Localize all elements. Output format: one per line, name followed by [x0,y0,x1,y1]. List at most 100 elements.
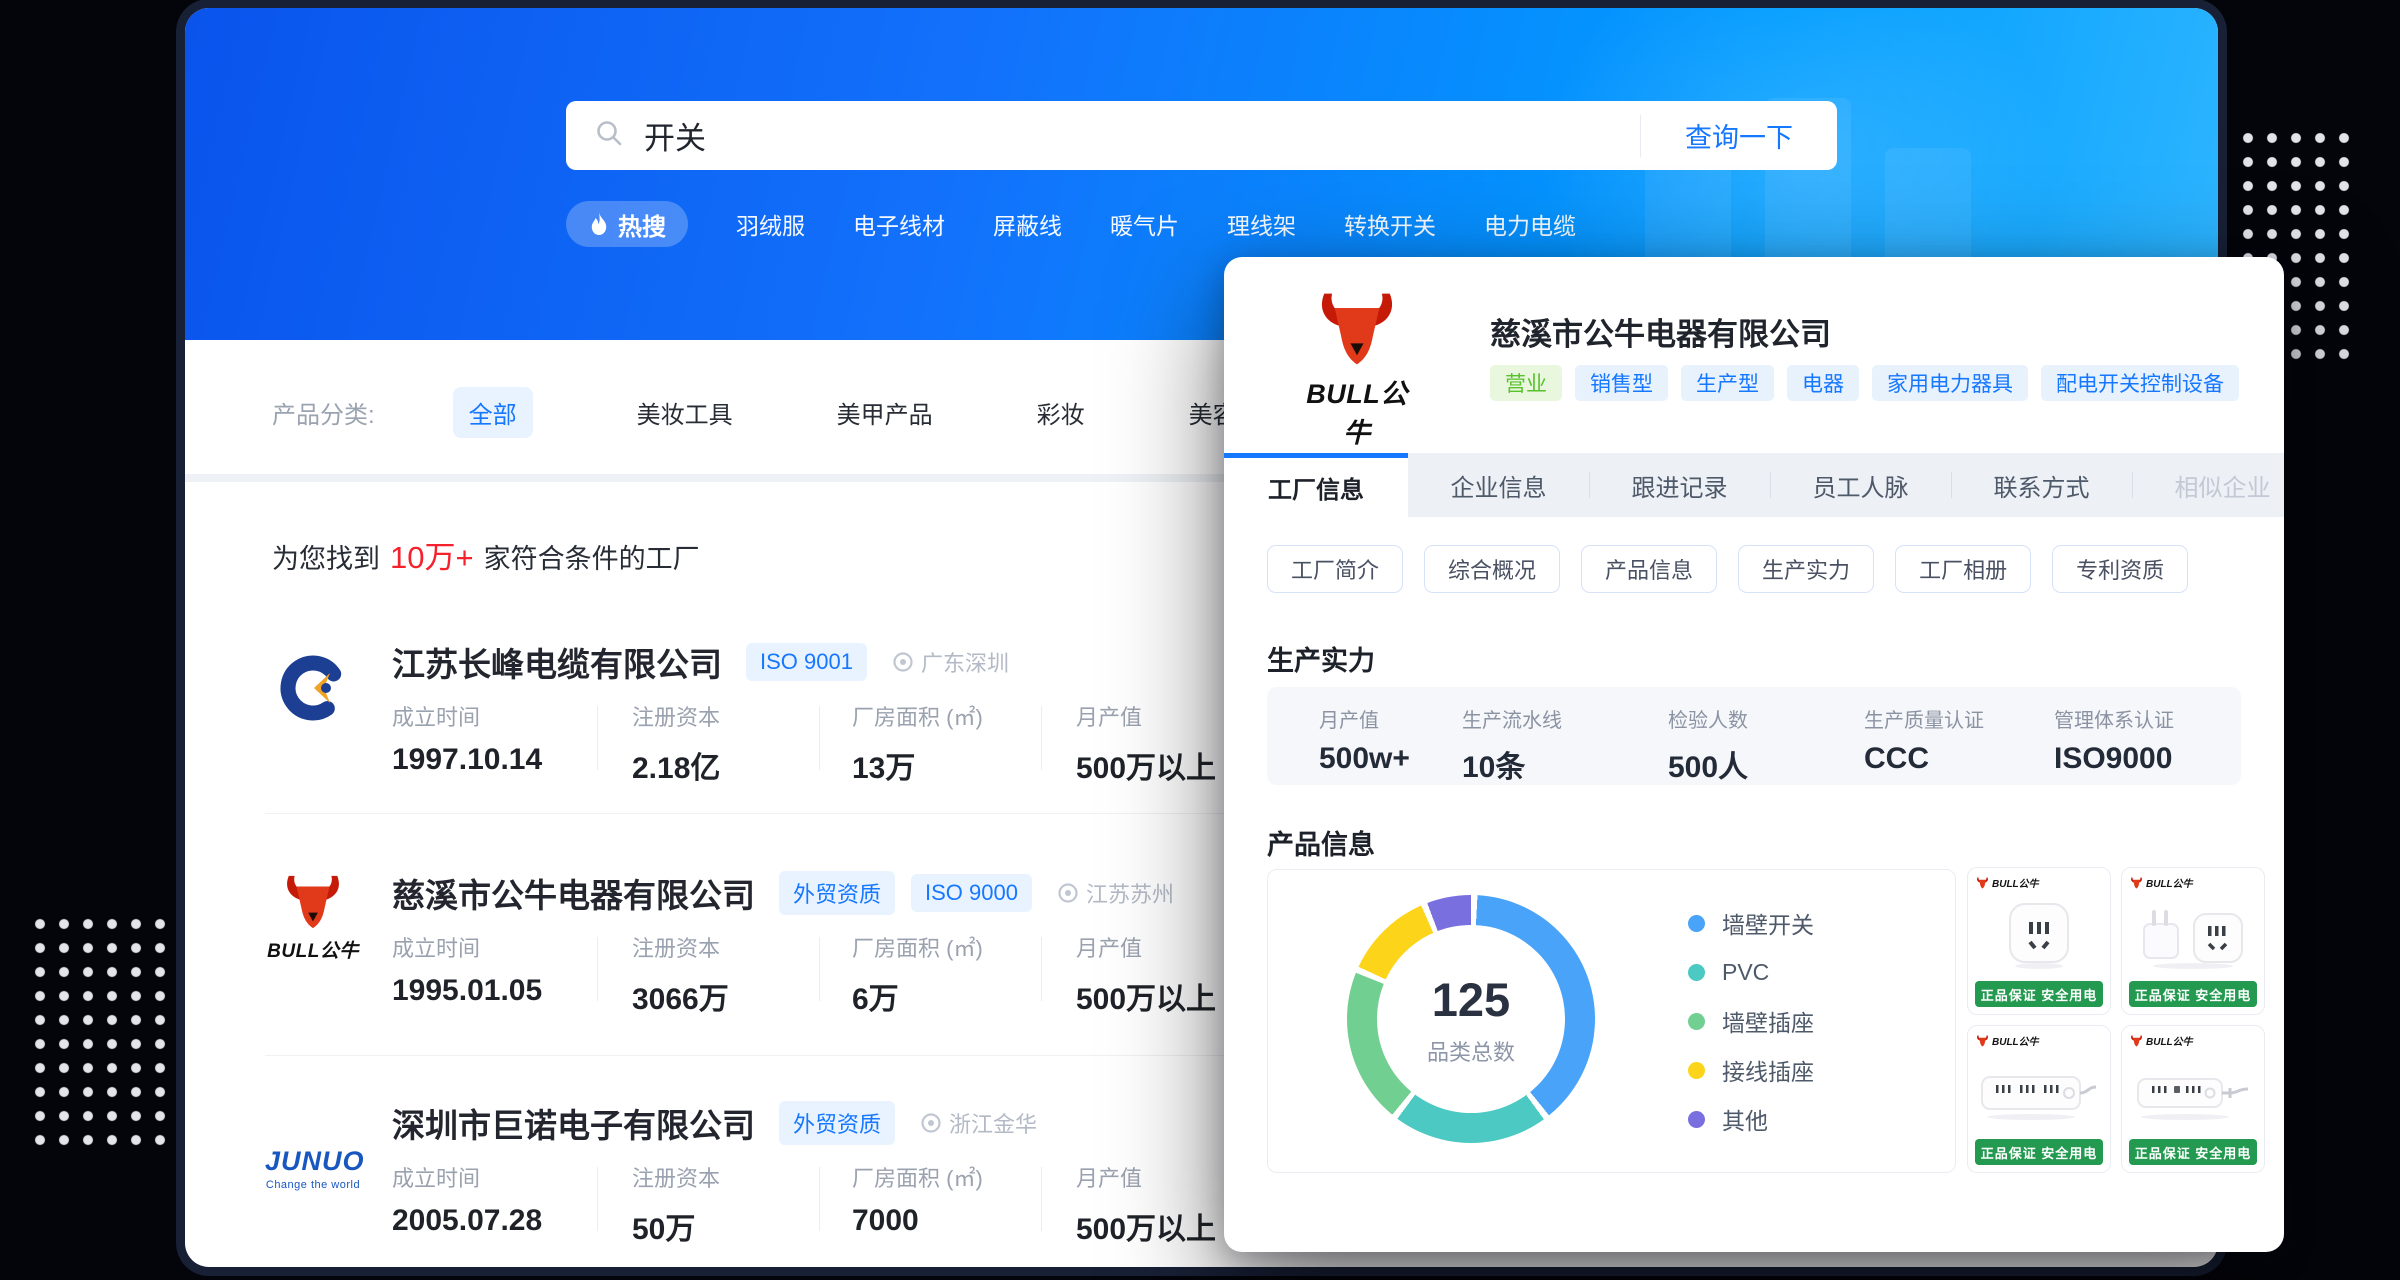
company-tags: 营业 销售型 生产型 电器 家用电力器具 配电开关控制设备 [1490,365,2239,401]
guarantee-banner: 正品保证 安全用电 [2129,981,2257,1007]
results-prefix: 为您找到 [272,544,380,574]
chip-factory-intro[interactable]: 工厂简介 [1267,545,1403,593]
company-tag: 家用电力器具 [1872,365,2028,401]
search-input[interactable] [644,118,1640,154]
factory-location: 浙江金华 [919,1107,1037,1139]
chip-patents[interactable]: 专利资质 [2052,545,2188,593]
certification-badge: 外贸资质 [779,1101,895,1145]
status-badge: 营业 [1490,365,1562,401]
product-thumbnail-socket[interactable]: BULL公牛 正品保证 安全用电 [1967,867,2111,1015]
tab-contact[interactable]: 联系方式 [1951,453,2132,517]
hot-search-row: 热搜 羽绒服 电子线材 屏蔽线 暖气片 理线架 转换开关 电力电缆 [566,201,1576,247]
chart-legend: 墙壁开关 PVC 墙壁插座 接线插座 其他 [1688,906,1814,1136]
search-button[interactable]: 查询一下 [1641,116,1837,155]
company-tag: 电器 [1787,365,1859,401]
dot-pattern-left [28,912,172,1152]
chip-production[interactable]: 生产实力 [1738,545,1874,593]
factory-name[interactable]: 江苏长峰电缆有限公司 [392,638,722,686]
results-summary: 为您找到 10万+ 家符合条件的工厂 [272,532,700,577]
hot-item[interactable]: 电力电缆 [1484,207,1576,241]
tab-factory-info[interactable]: 工厂信息 [1224,453,1408,517]
certification-badge: 外贸资质 [779,871,895,915]
company-tag: 生产型 [1681,365,1774,401]
hot-item[interactable]: 羽绒服 [736,207,805,241]
product-thumbnail-powerstrip-short[interactable]: BULL公牛 正品保证 安全用电 [2121,1025,2265,1173]
factory-location: 江苏苏州 [1056,877,1174,909]
donut-total: 125 [1432,972,1510,1027]
section-chips: 工厂简介 综合概况 产品信息 生产实力 工厂相册 专利资质 [1267,545,2188,593]
product-image [2122,894,2264,976]
product-image [2122,1052,2264,1134]
bull-logo: BULL公牛 [1302,291,1412,450]
hot-search-label: 热搜 [618,207,666,242]
company-name: 慈溪市公牛电器有限公司 [1490,309,1831,354]
production-stats-panel: 月产值 500w+ 生产流水线 10条 检验人数 500人 生产质量认证 CCC… [1267,687,2241,785]
products-heading: 产品信息 [1267,823,1375,862]
category-option[interactable]: 美甲产品 [837,395,933,430]
location-pin-icon [1056,881,1080,905]
chip-overview[interactable]: 综合概况 [1424,545,1560,593]
mini-bull-logo: BULL公牛 [1976,875,2039,890]
location-pin-icon [891,650,915,674]
legend-item: 墙壁插座 [1688,1004,1814,1038]
card-tab-bar: 工厂信息 企业信息 跟进记录 员工人脉 联系方式 相似企业 [1224,453,2284,517]
hot-item[interactable]: 暖气片 [1110,207,1179,241]
chip-product-info[interactable]: 产品信息 [1581,545,1717,593]
product-thumbnail-adapter[interactable]: BULL公牛 正品保证 安全用电 [2121,867,2265,1015]
changfeng-logo [265,649,361,732]
mini-bull-logo: BULL公牛 [2130,875,2193,890]
bull-brand-text: BULL公牛 [265,936,361,963]
chip-photos[interactable]: 工厂相册 [1895,545,2031,593]
legend-item: PVC [1688,955,1814,989]
factory-location: 广东深圳 [891,646,1009,678]
hot-item[interactable]: 转换开关 [1344,207,1436,241]
junuo-logo: JUNUO Change the world [265,1146,361,1191]
legend-item: 墙壁开关 [1688,906,1814,940]
field-value: 1997.10.14 [392,743,612,777]
production-heading: 生产实力 [1267,639,1375,678]
bull-logo: BULL公牛 [265,873,361,963]
search-bar[interactable]: 查询一下 [566,101,1837,170]
legend-item: 接线插座 [1688,1053,1814,1087]
junuo-brand-text: JUNUO [265,1146,361,1177]
hot-item[interactable]: 电子线材 [853,207,945,241]
category-option[interactable]: 彩妆 [1037,395,1085,430]
factory-name[interactable]: 深圳市巨诺电子有限公司 [392,1099,755,1147]
location-pin-icon [919,1111,943,1135]
hot-item[interactable]: 理线架 [1227,207,1296,241]
certification-badge: ISO 9001 [746,643,867,681]
product-thumbnail-powerstrip[interactable]: BULL公牛 正品保证 安全用电 [1967,1025,2111,1173]
results-count: 10万+ [390,540,474,575]
field-label: 成立时间 [392,700,612,730]
flame-icon [588,211,610,237]
company-tag: 销售型 [1575,365,1668,401]
hot-item[interactable]: 屏蔽线 [993,207,1062,241]
tab-follow-records[interactable]: 跟进记录 [1589,453,1770,517]
search-icon [594,118,624,153]
category-bar: 产品分类: 全部 美妆工具 美甲产品 彩妆 美容 [272,380,1341,444]
factory-name[interactable]: 慈溪市公牛电器有限公司 [392,869,755,917]
donut-center: 125 品类总数 [1377,925,1565,1113]
guarantee-banner: 正品保证 安全用电 [1975,1139,2103,1165]
guarantee-banner: 正品保证 安全用电 [1975,981,2103,1007]
category-label: 产品分类: [272,395,375,430]
product-image [1968,1052,2110,1134]
results-suffix: 家符合条件的工厂 [484,544,700,574]
list-divider [265,1055,1385,1056]
page: 查询一下 热搜 羽绒服 电子线材 屏蔽线 暖气片 理线架 转换开关 电力电缆 产… [0,0,2400,1280]
bull-brand-text: BULL公牛 [1302,372,1412,450]
tab-company-info[interactable]: 企业信息 [1408,453,1589,517]
category-option[interactable]: 美妆工具 [637,395,733,430]
mini-bull-logo: BULL公牛 [1976,1033,2039,1048]
legend-item: 其他 [1688,1102,1814,1136]
donut-chart: 125 品类总数 [1347,895,1595,1143]
tab-employees[interactable]: 员工人脉 [1770,453,1951,517]
category-chart-card: 125 品类总数 墙壁开关 PVC 墙壁插座 [1267,869,1956,1173]
product-thumbnails: BULL公牛 正品保证 安全用电 BULL公牛 正品保证 安全用电 [1967,867,2265,1173]
tab-similar[interactable]: 相似企业 [2132,453,2284,517]
product-image [1968,894,2110,976]
mini-bull-logo: BULL公牛 [2130,1033,2193,1048]
company-card: BULL公牛 慈溪市公牛电器有限公司 营业 销售型 生产型 电器 家用电力器具 … [1224,257,2284,1252]
donut-total-label: 品类总数 [1427,1035,1515,1067]
category-option-all[interactable]: 全部 [453,387,533,438]
